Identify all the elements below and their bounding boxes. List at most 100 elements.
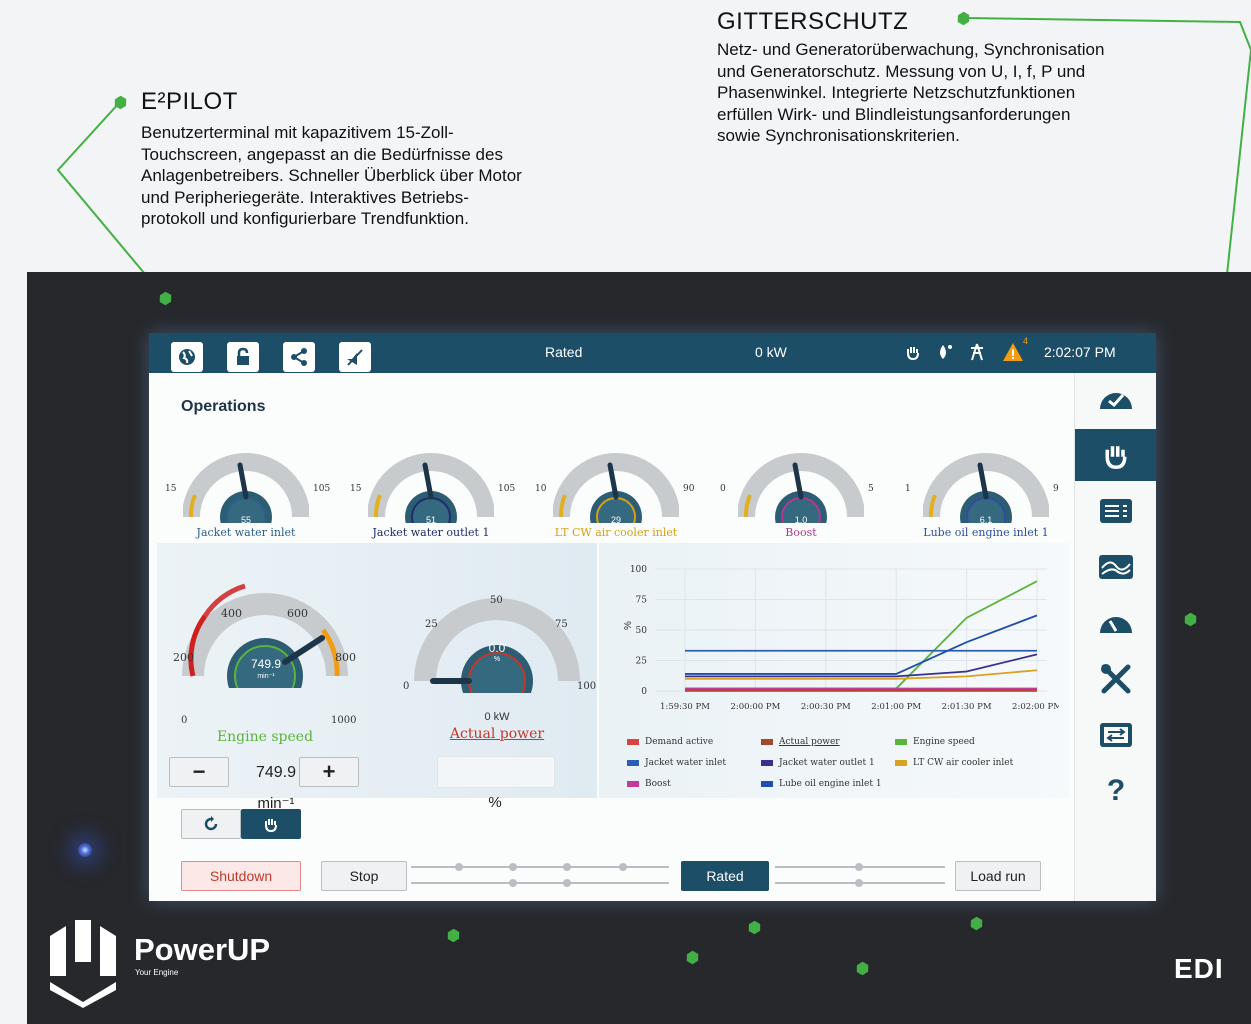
- hand-status-icon: [907, 347, 919, 360]
- actual-power-unit: %: [493, 656, 501, 663]
- legend-item[interactable]: Engine speed: [895, 737, 975, 747]
- actual-power-value: 0.0: [488, 641, 506, 655]
- grid-tower-icon: [971, 343, 983, 361]
- sidebar-list[interactable]: [1075, 485, 1156, 537]
- tick-label: 1000: [331, 715, 357, 726]
- auto-mode-button[interactable]: [181, 809, 241, 839]
- legend-label: Engine speed: [913, 737, 975, 747]
- sidebar-trend[interactable]: [1075, 541, 1156, 593]
- e2pilot-description: Benutzerterminal mit kapazitivem 15-Zoll…: [141, 123, 522, 228]
- powerup-logo-text: PowerUP: [134, 932, 271, 967]
- legend-swatch: [627, 760, 639, 766]
- decrease-speed-button[interactable]: −: [169, 757, 229, 787]
- drop-icon: [940, 345, 952, 359]
- gauge-label: Jacket water outlet 1: [372, 526, 490, 539]
- share-icon[interactable]: [283, 342, 315, 372]
- engine-speed-unit: min⁻¹: [257, 673, 275, 680]
- gauge-value: 6.1: [979, 515, 993, 525]
- tick-label: 75: [555, 619, 568, 630]
- alarm-warning-icon[interactable]: [1002, 342, 1024, 362]
- x-tick-label: 2:00:30 PM: [801, 702, 851, 711]
- power-readout: 0 kW: [755, 344, 787, 360]
- y-tick-label: 50: [636, 626, 648, 636]
- gauge-min: 10: [535, 484, 547, 494]
- manual-mode-button[interactable]: [241, 809, 301, 839]
- y-tick-label: 25: [636, 657, 648, 667]
- gauge-dial: [183, 453, 309, 523]
- legend-item[interactable]: Actual power: [761, 737, 840, 747]
- gauge-max: 105: [313, 484, 331, 494]
- legend-item[interactable]: Boost: [627, 779, 671, 789]
- tick-label: 600: [287, 607, 308, 620]
- tools-icon: [1101, 664, 1131, 694]
- globe-icon[interactable]: [171, 342, 203, 372]
- alarm-count-badge: 4: [1023, 336, 1029, 346]
- sidebar-tools[interactable]: [1075, 653, 1156, 705]
- power-setpoint-field[interactable]: [437, 756, 555, 788]
- legend-item[interactable]: Jacket water inlet: [627, 758, 726, 768]
- legend-swatch: [761, 760, 773, 766]
- x-tick-label: 1:59:30 PM: [660, 702, 710, 711]
- legend-swatch: [761, 781, 773, 787]
- lock-icon[interactable]: [227, 342, 259, 372]
- gauge-label: Jacket water inlet: [196, 526, 296, 539]
- legend-item[interactable]: LT CW air cooler inlet: [895, 758, 1013, 768]
- rated-button[interactable]: Rated: [681, 861, 769, 891]
- gauge-value: 55: [240, 515, 251, 525]
- actual-power-kw: 0 kW: [484, 711, 510, 723]
- legend-label: LT CW air cooler inlet: [913, 758, 1014, 768]
- y-axis-label: %: [623, 621, 634, 630]
- trend-icon: [1099, 555, 1133, 579]
- increase-speed-button[interactable]: +: [299, 757, 359, 787]
- gauge-value: 51: [425, 515, 436, 525]
- top-bar: Rated 0 kW 4 2:02:07 PM: [149, 333, 1156, 373]
- sequence-track-1: [411, 863, 669, 887]
- engine-speed-value: 749.9: [250, 657, 282, 671]
- sidebar-settings[interactable]: [1075, 709, 1156, 761]
- sidebar-operations[interactable]: [1075, 429, 1156, 481]
- tick-label: 800: [335, 651, 356, 664]
- hmi-screen: Rated 0 kW 4 2:02:07 PM Operations 55 °C 1…: [149, 333, 1156, 901]
- gauge-dial: [368, 453, 494, 523]
- sidebar-gauges[interactable]: [1075, 597, 1156, 649]
- gauge-dial: [923, 453, 1049, 523]
- status-text: Rated: [545, 344, 583, 360]
- gauge-max: 105: [498, 484, 516, 494]
- load-run-button[interactable]: Load run: [955, 861, 1041, 891]
- hand-icon: [1105, 446, 1127, 469]
- legend-item[interactable]: Demand active: [627, 737, 713, 747]
- tick-label: 100: [577, 681, 597, 692]
- gauge-min: 0: [720, 484, 726, 494]
- legend-label: Demand active: [645, 737, 714, 747]
- legend-item[interactable]: Jacket water outlet 1: [761, 758, 875, 768]
- legend-swatch: [761, 739, 773, 745]
- right-sidebar: ?: [1074, 373, 1156, 901]
- gauge-min: 1: [905, 484, 911, 494]
- powerup-logo-icon: [50, 920, 116, 1008]
- tick-label: 0: [403, 681, 410, 692]
- clock: 2:02:07 PM: [1044, 344, 1116, 360]
- legend-swatch: [895, 739, 907, 745]
- power-setpoint-unit: %: [488, 794, 502, 811]
- legend-label: Boost: [645, 779, 671, 789]
- shutdown-button[interactable]: Shutdown: [181, 861, 301, 891]
- stop-button[interactable]: Stop: [321, 861, 407, 891]
- gauge-dial: [738, 453, 864, 523]
- trend-chart[interactable]: 0 25 50 75 100 1:59:30 PM 2:00:00 PM 2:00:30 PM…: [609, 551, 1059, 711]
- gauge-max: 9: [1053, 484, 1059, 494]
- tick-label: 200: [173, 651, 194, 664]
- y-tick-label: 0: [641, 687, 647, 697]
- hand-icon: [265, 819, 277, 832]
- main-panel: Operations 55 °C 15 105 Jacket water inlet 51…: [149, 373, 1074, 901]
- legend-swatch: [627, 739, 639, 745]
- edi-brand: EDI: [1174, 953, 1224, 984]
- tick-label: 400: [221, 607, 242, 620]
- mute-icon[interactable]: [339, 342, 371, 372]
- gauge-max: 90: [683, 484, 695, 494]
- legend-item[interactable]: Lube oil engine inlet 1: [761, 779, 882, 789]
- gitterschutz-description: Netz- und Generatorüberwachung, Synchron…: [717, 40, 1105, 145]
- sidebar-dashboard[interactable]: [1075, 373, 1156, 425]
- help-icon[interactable]: ?: [1075, 765, 1156, 817]
- legend-swatch: [895, 760, 907, 766]
- gauge-value: 29: [610, 515, 621, 525]
